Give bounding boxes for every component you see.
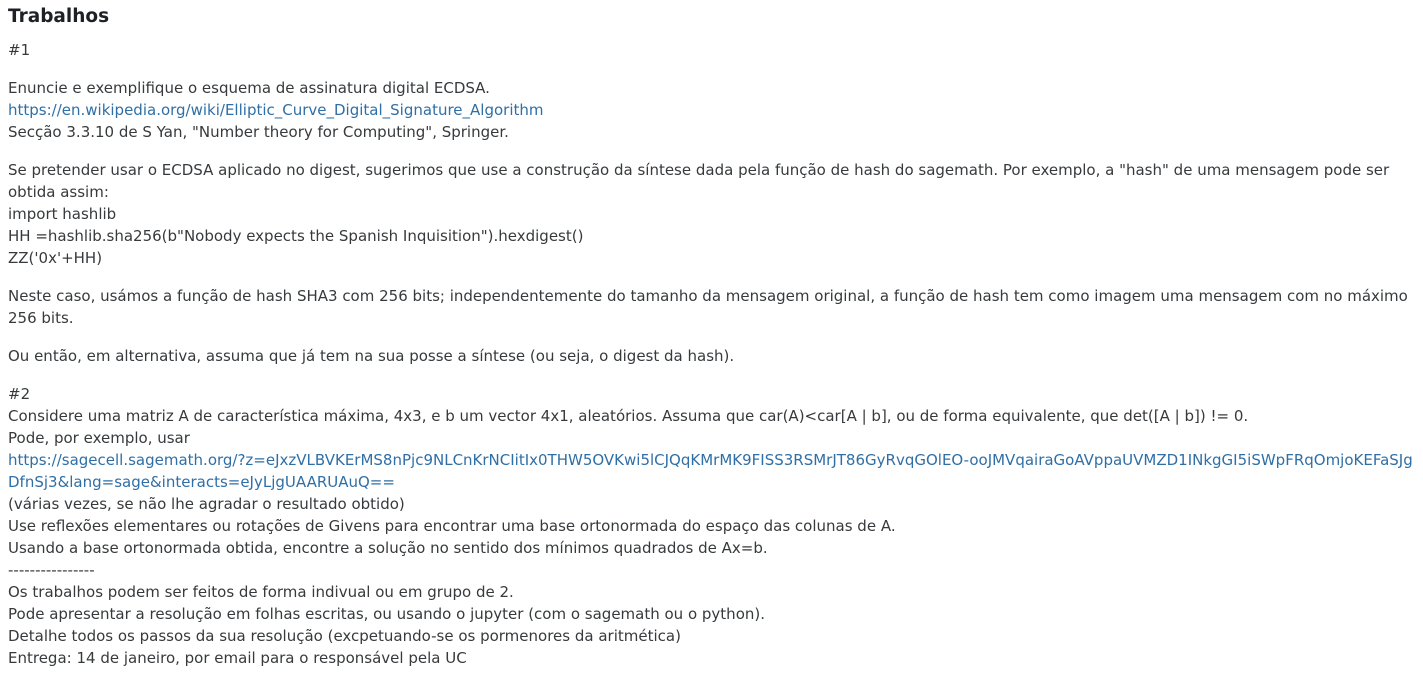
content-area: Trabalhos #1 Enuncie e exemplifique o es… [0,0,1423,669]
wikipedia-ecdsa-link[interactable]: https://en.wikipedia.org/wiki/Elliptic_C… [8,99,1417,121]
sagecell-link[interactable]: https://sagecell.sagemath.org/?z=eJxzVLB… [8,449,1417,493]
book-reference: Secção 3.3.10 de S Yan, "Number theory f… [8,123,509,141]
code-line-hash: HH =hashlib.sha256(b"Nobody expects the … [8,227,584,245]
matrix-statement: Considere uma matriz A de característica… [8,407,1249,425]
ecdsa-statement: Enuncie e exemplifique o esquema de assi… [8,79,490,97]
delivery-info: Entrega: 14 de janeiro, por email para o… [8,649,467,667]
separator-line: ---------------- [8,561,95,579]
work1-hash-paragraph: Se pretender usar o ECDSA aplicado no di… [8,159,1417,269]
detail-info: Detalhe todos os passos da sua resolução… [8,627,681,645]
work1-sha-note: Neste caso, usámos a função de hash SHA3… [8,287,1408,327]
work1-heading: #1 [8,41,31,59]
format-info: Pode apresentar a resolução em folhas es… [8,605,765,623]
least-squares-instruction: Usando a base ortonormada obtida, encont… [8,539,768,557]
work2-block: #2 Considere uma matriz A de característ… [8,383,1417,669]
section-title: Trabalhos [8,6,110,27]
work1-intro: Enuncie e exemplifique o esquema de assi… [8,77,1417,143]
group-info: Os trabalhos podem ser feitos de forma i… [8,583,514,601]
code-line-import: import hashlib [8,205,117,223]
example-intro: Pode, por exemplo, usar [8,429,190,447]
hash-suggestion-text: Se pretender usar o ECDSA aplicado no di… [8,161,1390,201]
retry-note: (várias vezes, se não lhe agradar o resu… [8,495,405,513]
work1-alternative-note: Ou então, em alternativa, assuma que já … [8,347,735,365]
givens-instruction: Use reflexões elementares ou rotações de… [8,517,896,535]
code-line-zz: ZZ('0x'+HH) [8,249,103,267]
work2-heading: #2 [8,385,31,403]
